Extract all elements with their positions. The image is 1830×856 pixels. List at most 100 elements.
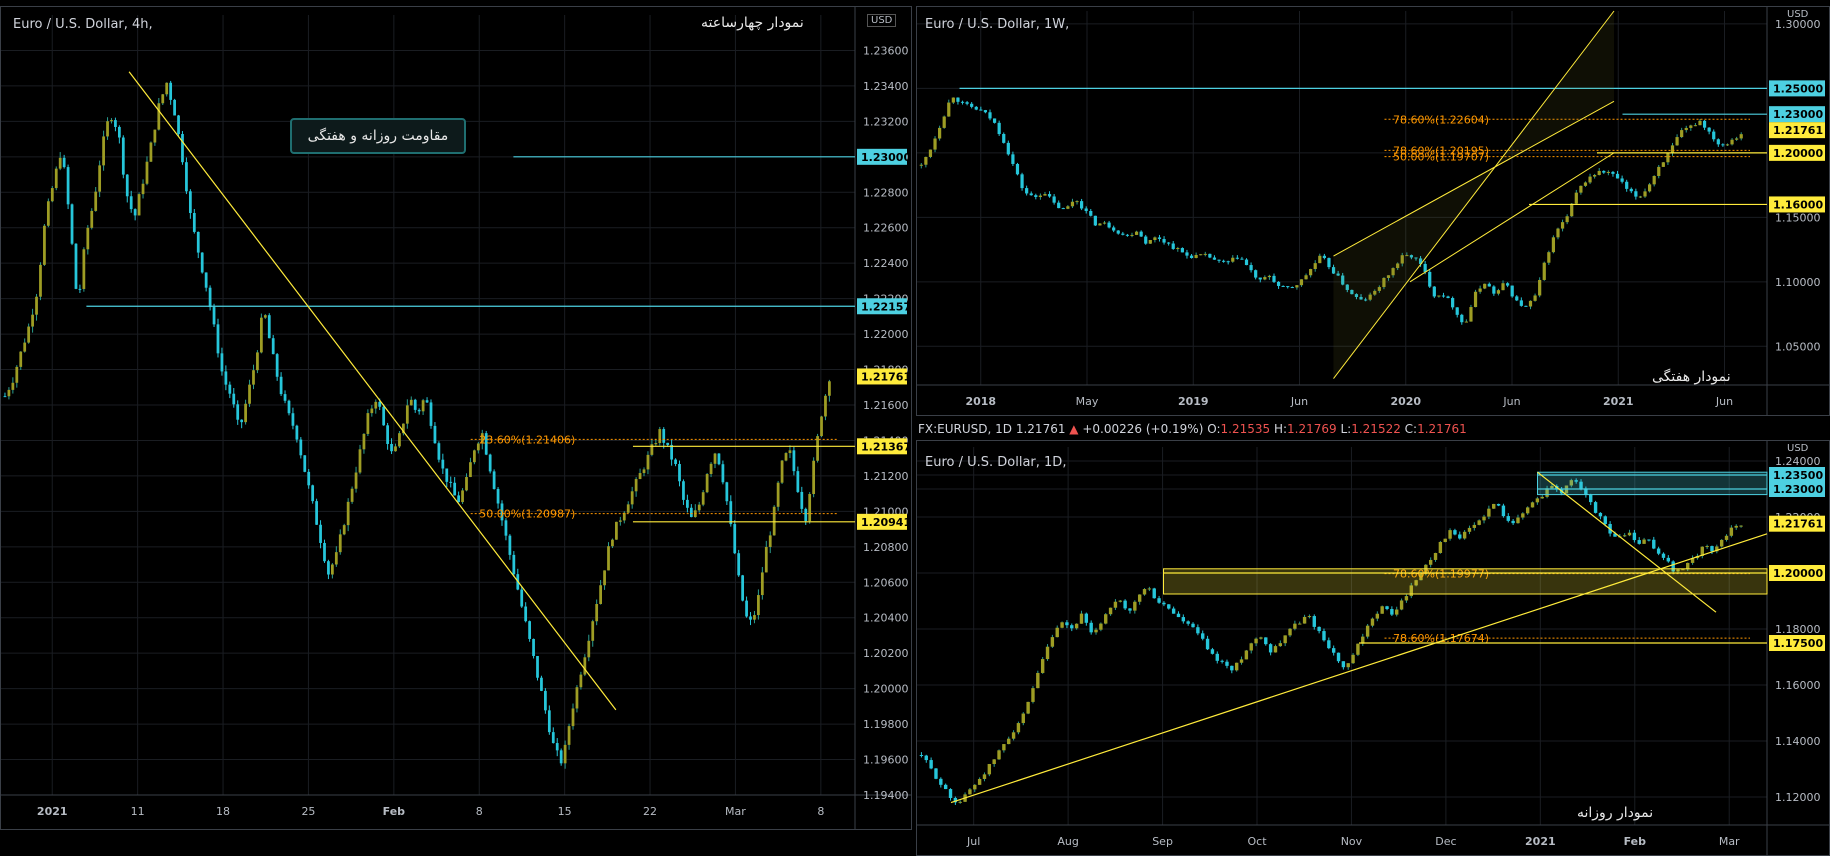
candle-body [362, 433, 366, 450]
x-tick-label: May [1076, 395, 1099, 408]
candle-body [1055, 627, 1059, 638]
candle-body [405, 405, 409, 424]
fib-level-label: 78.60%(1.22604) [1393, 113, 1489, 126]
candle-body [1167, 604, 1171, 609]
chart-panel-1w[interactable]: 1.300001.250001.200001.150001.100001.050… [916, 6, 1830, 416]
candle-body [1254, 638, 1258, 644]
candle-body [145, 161, 149, 184]
candle-body [141, 183, 145, 195]
candle-body [1217, 259, 1221, 261]
y-tick-label: 1.20800 [863, 541, 909, 554]
candle-body [1620, 178, 1624, 182]
symbol-infobar: FX:EURUSD, 1D 1.21761 ▲ +0.00226 (+0.19%… [918, 422, 1467, 436]
chart-label-1d: نمودار روزانه [1577, 805, 1654, 821]
y-tick-label: 1.15000 [1775, 211, 1821, 224]
candle-body [212, 307, 216, 325]
candle-body [114, 120, 117, 127]
candle-body [1712, 131, 1716, 140]
candle-body [473, 450, 476, 463]
y-tick-label: 1.20600 [863, 576, 909, 589]
candle-body [82, 249, 86, 289]
candle-body [1629, 188, 1633, 192]
x-tick-label: Mar [725, 805, 746, 818]
candle-body [232, 393, 236, 405]
candle-body [1598, 512, 1603, 517]
candle-body [1130, 234, 1134, 236]
candle-body [1467, 527, 1472, 532]
candle-body [595, 604, 599, 622]
candle-body [110, 120, 113, 122]
candle-body [263, 315, 267, 318]
candle-body [1625, 181, 1629, 189]
candle-body [1506, 516, 1510, 521]
candle-body [1121, 233, 1125, 235]
candle-body [1716, 139, 1720, 145]
candle-body [1602, 170, 1606, 173]
candle-body [536, 655, 539, 678]
candle-body [983, 110, 988, 113]
candle-body [1492, 286, 1496, 294]
candle-body [1107, 222, 1111, 228]
x-tick-label: Mar [1719, 835, 1740, 848]
candle-body [1047, 194, 1052, 197]
candle-body [1011, 154, 1015, 164]
candle-body [1643, 191, 1647, 197]
candle-body [1203, 253, 1207, 255]
candle-body [599, 585, 602, 605]
candle-body [1144, 236, 1148, 244]
candle-body [1622, 535, 1627, 537]
candle-body [1061, 208, 1065, 210]
candle-body [784, 453, 788, 461]
candle-body [992, 759, 996, 765]
candle-body [46, 201, 50, 226]
x-tick-label: 8 [476, 805, 483, 818]
candle-body [741, 575, 745, 601]
candle-body [1451, 298, 1455, 308]
candle-body [1307, 616, 1312, 618]
candle-body [173, 99, 176, 116]
candle-body [1263, 277, 1267, 280]
candle-body [1244, 259, 1249, 266]
candle-body [374, 401, 378, 409]
candle-body [1721, 144, 1725, 146]
price-change: +0.00226 (+0.19%) [1082, 422, 1204, 436]
candle-body [1327, 640, 1331, 649]
candle-body [1642, 539, 1646, 544]
candle-body [469, 462, 472, 478]
candle-body [1356, 643, 1360, 655]
candle-body [796, 471, 800, 492]
candle-body [1525, 507, 1530, 514]
candle-body [1606, 171, 1610, 173]
candle-body [788, 450, 792, 454]
candle-body [828, 381, 831, 396]
candle-body [185, 162, 188, 192]
candle-body [1244, 650, 1249, 660]
candle-body [1395, 609, 1399, 615]
candle-body [634, 479, 638, 492]
candle-body [1167, 242, 1171, 244]
candle-body [1530, 502, 1535, 508]
x-tick-label: 11 [131, 805, 145, 818]
candle-body [1157, 237, 1162, 240]
candle-body [1501, 505, 1506, 517]
candle-body [1632, 532, 1637, 541]
candle-body [1647, 539, 1651, 541]
candle-body [1365, 625, 1370, 637]
candle-body [764, 546, 768, 573]
candle-body [1112, 227, 1116, 231]
chart-1w-svg[interactable]: 1.300001.250001.200001.150001.100001.050… [917, 7, 1829, 415]
chart-panel-1d[interactable]: 1.240001.235001.230001.220001.200001.180… [916, 440, 1830, 856]
candle-body [354, 472, 358, 489]
symbol-name[interactable]: FX:EURUSD, 1D [918, 422, 1012, 436]
candle-body [615, 521, 618, 540]
candle-body [1331, 648, 1336, 653]
candle-body [31, 314, 34, 327]
candle-body [686, 499, 689, 508]
candle-body [1730, 139, 1734, 145]
candle-body [1043, 194, 1047, 196]
candle-body [1162, 239, 1166, 243]
candle-body [327, 561, 330, 575]
chart-1d-svg[interactable]: 1.240001.235001.230001.220001.200001.180… [917, 441, 1829, 855]
candle-body [1094, 629, 1098, 633]
candle-body [934, 768, 938, 779]
